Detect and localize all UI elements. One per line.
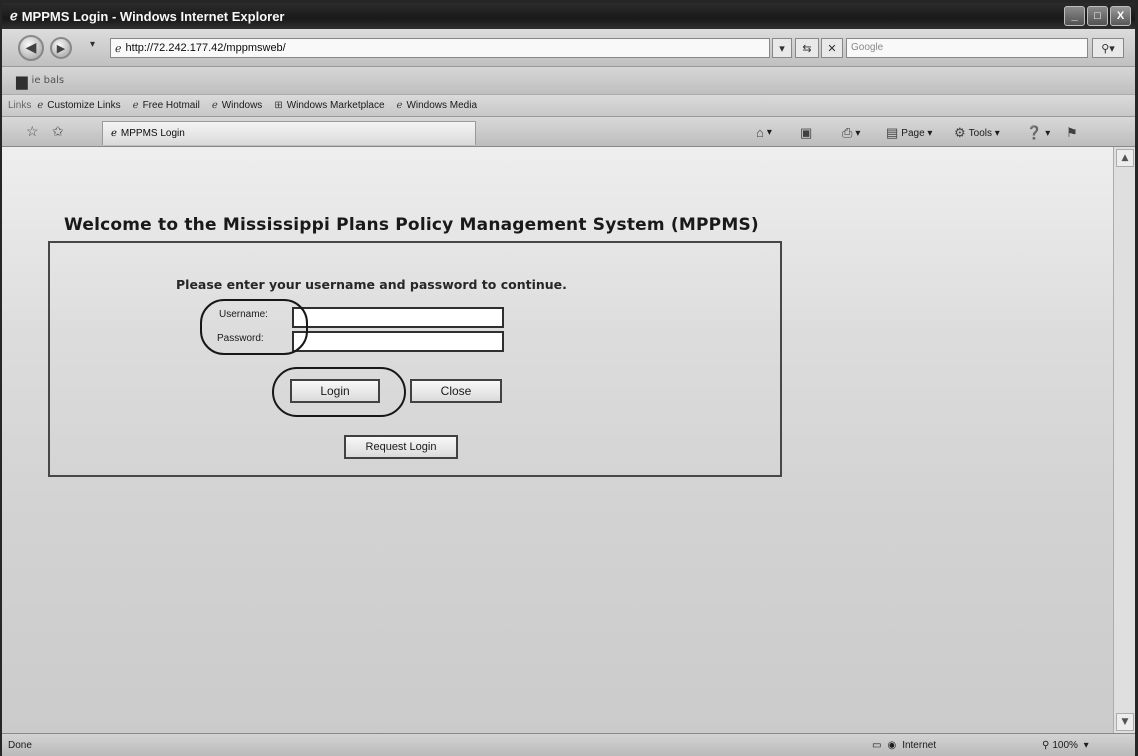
page-title: Welcome to the Mississippi Plans Policy … — [64, 215, 759, 235]
page-content: Welcome to the Mississippi Plans Policy … — [2, 147, 1118, 733]
home-icon: ⌂ — [756, 125, 764, 140]
search-input[interactable]: Google — [846, 38, 1088, 58]
tab-title: MPPMS Login — [120, 128, 185, 139]
request-login-button[interactable]: Request Login — [344, 435, 458, 459]
ie-icon: ℯ — [396, 100, 403, 111]
login-prompt: Please enter your username and password … — [176, 277, 567, 292]
refresh-icon: ⇆ — [802, 41, 812, 55]
page-icon: ▤ — [886, 125, 899, 140]
links-label: Links — [8, 100, 32, 111]
tab-mppms-login[interactable]: ℯ MPPMS Login — [102, 121, 476, 145]
back-icon: ◀ — [25, 40, 37, 56]
address-dropdown[interactable]: ▾ — [772, 38, 792, 58]
gear-icon: ⚙ — [954, 125, 966, 140]
home-button[interactable]: ⌂ ▾ — [756, 125, 772, 140]
title-bar: ℯ MPPMS Login - Windows Internet Explore… — [2, 3, 1135, 29]
ie-icon: ℯ — [211, 100, 218, 111]
stop-icon: ✕ — [827, 41, 837, 55]
tab-bar: ☆ ✩ ℯ MPPMS Login ⌂ ▾ ▣ ⎙ ▾ ▤ Page ▾ ⚙ Tools… — [2, 117, 1135, 147]
recent-pages-dropdown[interactable]: ▾ — [90, 39, 95, 50]
scroll-up-icon[interactable]: ▲ — [1116, 149, 1134, 167]
annotation-circle-fields — [200, 299, 308, 355]
zoom-control[interactable]: ⚲ 100% ▾ — [1042, 740, 1089, 751]
add-favorites-icon[interactable]: ✩ — [52, 123, 64, 140]
browser-window: ℯ MPPMS Login - Windows Internet Explore… — [0, 0, 1138, 756]
print-button[interactable]: ⎙ ▾ — [842, 125, 860, 141]
password-field[interactable] — [292, 331, 504, 352]
minimize-button[interactable]: _ — [1064, 6, 1085, 26]
help-icon: ❓ — [1026, 125, 1043, 140]
research-button[interactable]: ⚑ — [1066, 125, 1081, 141]
refresh-button[interactable]: ⇆ — [795, 38, 819, 58]
help-menu[interactable]: ❓ ▾ — [1026, 125, 1050, 141]
status-text: Done — [8, 740, 32, 751]
annotation-circle-login — [272, 367, 406, 417]
feeds-icon: ▣ — [800, 125, 813, 140]
close-button[interactable]: Close — [410, 379, 502, 403]
ie-icon: ℯ — [37, 100, 44, 111]
ie-icon: ℯ — [132, 100, 139, 111]
maximize-button[interactable]: □ — [1087, 6, 1108, 26]
url-text: http://72.242.177.42/mppmsweb/ — [125, 42, 286, 54]
search-icon: ⚲▾ — [1101, 41, 1115, 55]
link-windows[interactable]: ℯ Windows — [212, 100, 263, 111]
links-bar: Links ℯ Customize Links ℯ Free Hotmail ℯ Wi… — [2, 95, 1135, 117]
stop-button[interactable]: ✕ — [821, 38, 843, 58]
back-button[interactable]: ◀ — [18, 35, 44, 61]
toolbar-row: ▆ ie bals — [2, 67, 1135, 95]
link-windows-media[interactable]: ℯ Windows Media — [397, 100, 478, 111]
page-icon: ℯ — [115, 42, 122, 55]
zone-indicator: ▭ ◉ Internet — [872, 740, 937, 751]
link-customize[interactable]: ℯ Customize Links — [37, 100, 120, 111]
close-window-button[interactable]: X — [1110, 6, 1131, 26]
toolbar-label: ie bals — [31, 75, 65, 86]
page-menu[interactable]: ▤ Page ▾ — [886, 125, 932, 141]
forward-icon: ▶ — [56, 41, 66, 55]
tools-menu[interactable]: ⚙ Tools ▾ — [954, 125, 1000, 141]
address-row: ◀ ▶ ▾ ℯ http://72.242.177.42/mppmsweb/ ▾… — [2, 29, 1135, 67]
forward-button[interactable]: ▶ — [50, 37, 72, 59]
link-free-hotmail[interactable]: ℯ Free Hotmail — [133, 100, 200, 111]
scroll-down-icon[interactable]: ▼ — [1116, 713, 1134, 731]
toolbar-icon[interactable]: ▆ — [16, 72, 28, 90]
windows-icon: ⊞ — [274, 100, 283, 111]
zoom-icon: ⚲ — [1042, 740, 1050, 751]
window-title: MPPMS Login - Windows Internet Explorer — [21, 8, 285, 24]
feeds-button[interactable]: ▣ — [800, 125, 815, 141]
print-icon: ⎙ — [842, 125, 853, 140]
search-button[interactable]: ⚲▾ — [1092, 38, 1124, 58]
link-windows-marketplace[interactable]: ⊞ Windows Marketplace — [274, 100, 384, 111]
vertical-scrollbar[interactable]: ▲ ▼ — [1113, 147, 1135, 733]
star-icon[interactable]: ☆ — [26, 123, 39, 140]
window-controls: _ □ X — [1064, 6, 1131, 26]
address-bar[interactable]: ℯ http://72.242.177.42/mppmsweb/ — [110, 38, 770, 58]
status-bar: Done ▭ ◉ Internet ⚲ 100% ▾ — [2, 733, 1135, 756]
ie-icon: ℯ — [111, 128, 117, 139]
ie-icon: ℯ — [10, 8, 18, 23]
security-icon: ▭ — [872, 740, 882, 751]
globe-icon: ◉ — [887, 740, 897, 751]
research-icon: ⚑ — [1066, 125, 1078, 140]
username-field[interactable] — [292, 307, 504, 328]
